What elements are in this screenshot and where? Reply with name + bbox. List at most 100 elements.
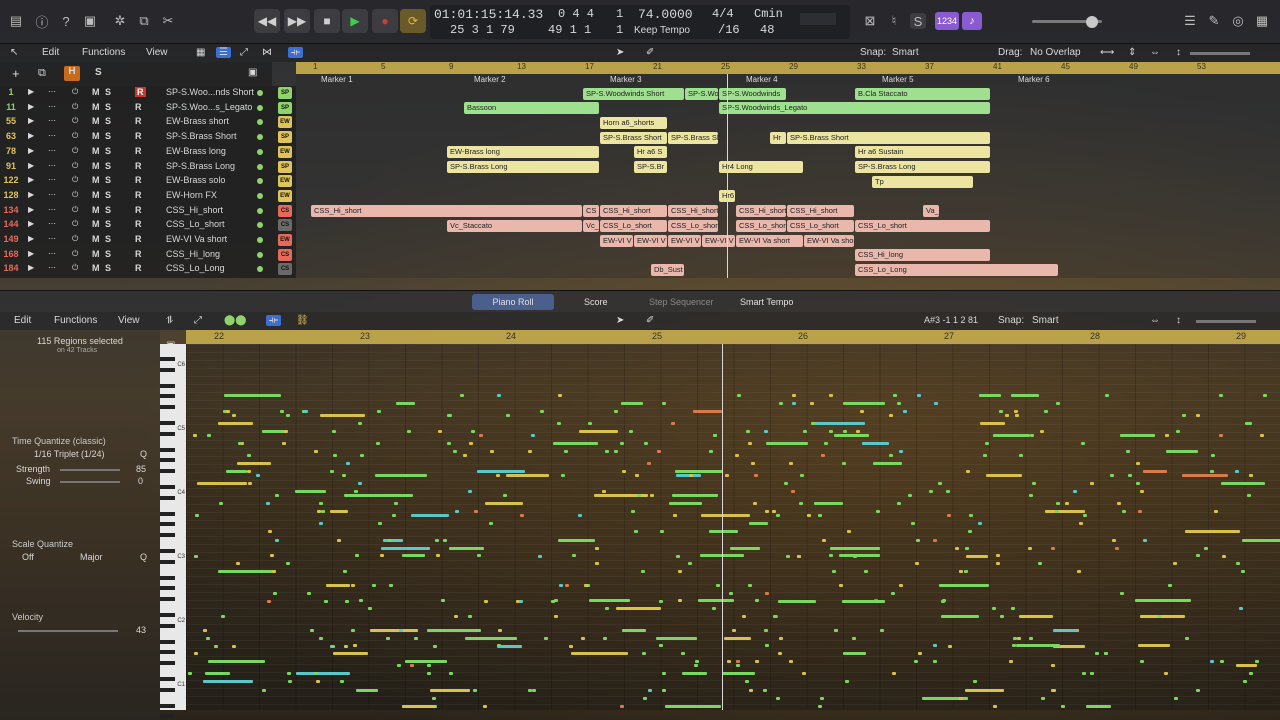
midi-note[interactable]: [689, 474, 693, 477]
mute-button[interactable]: M: [92, 190, 100, 200]
editor-edit-menu[interactable]: Edit: [14, 315, 31, 326]
black-key[interactable]: [160, 703, 175, 708]
midi-note[interactable]: [789, 462, 793, 465]
midi-note[interactable]: [622, 470, 626, 473]
editor-view-menu[interactable]: View: [118, 315, 140, 326]
midi-note[interactable]: [698, 599, 734, 602]
midi-note[interactable]: [1211, 454, 1215, 457]
midi-note[interactable]: [1235, 470, 1239, 473]
midi-note[interactable]: [402, 554, 425, 557]
track-instrument-icon[interactable]: CS: [278, 263, 292, 276]
midi-note[interactable]: [656, 637, 697, 640]
midi-note[interactable]: [197, 482, 247, 485]
midi-note[interactable]: [207, 434, 211, 437]
track-name[interactable]: CSS_Hi_short: [166, 205, 223, 215]
track-instrument-icon[interactable]: CS: [278, 204, 292, 217]
midi-note[interactable]: [528, 450, 532, 453]
midi-note[interactable]: [791, 490, 795, 493]
marker-lane[interactable]: Marker 1 Marker 2 Marker 3 Marker 4 Marker 5…: [296, 74, 1280, 86]
midi-note[interactable]: [1174, 697, 1178, 700]
midi-note[interactable]: [1220, 660, 1224, 663]
midi-note[interactable]: [996, 562, 1000, 565]
midi-note[interactable]: [946, 490, 950, 493]
midi-note[interactable]: [1140, 615, 1185, 618]
midi-note[interactable]: [584, 584, 588, 587]
midi-note[interactable]: [1005, 414, 1009, 417]
midi-note[interactable]: [359, 599, 363, 602]
midi-note[interactable]: [1143, 470, 1167, 473]
tab-score[interactable]: Score: [574, 294, 618, 310]
midi-note[interactable]: [992, 607, 996, 610]
midi-note[interactable]: [316, 680, 320, 683]
midi-note[interactable]: [358, 422, 362, 425]
midi-note[interactable]: [803, 430, 807, 433]
power-icon[interactable]: ⏻: [72, 131, 78, 141]
midi-note[interactable]: [1168, 584, 1172, 587]
midi-note[interactable]: [203, 629, 207, 632]
midi-note[interactable]: [966, 470, 970, 473]
region[interactable]: Hr: [770, 131, 786, 144]
midi-note[interactable]: [634, 530, 638, 533]
midi-note[interactable]: [286, 414, 290, 417]
midi-note[interactable]: [498, 629, 502, 632]
midi-note[interactable]: [321, 510, 325, 513]
midi-note[interactable]: [1196, 689, 1200, 692]
midi-note[interactable]: [275, 539, 279, 542]
track-name[interactable]: CSS_Hi_long: [166, 249, 220, 259]
region[interactable]: Vc_: [583, 219, 599, 232]
midi-note[interactable]: [749, 522, 768, 525]
list-editor-icon[interactable]: ⊠: [862, 13, 878, 29]
midi-note[interactable]: [1030, 434, 1034, 437]
midi-note[interactable]: [779, 637, 783, 640]
mute-button[interactable]: M: [92, 205, 100, 215]
midi-note[interactable]: [732, 629, 736, 632]
scale-quantize-major-select[interactable]: Major: [80, 552, 103, 562]
midi-note[interactable]: [776, 697, 780, 700]
midi-note[interactable]: [1263, 394, 1267, 397]
automation-track-icon[interactable]: ⋯: [48, 161, 56, 170]
midi-note[interactable]: [236, 562, 240, 565]
waveform-zoom-icon[interactable]: ⟷: [1100, 47, 1114, 58]
midi-note[interactable]: [595, 547, 599, 550]
midi-note[interactable]: [454, 615, 458, 618]
midi-note[interactable]: [908, 494, 912, 497]
midi-note[interactable]: [383, 539, 403, 542]
lcd-display[interactable]: 01:01:15:14.33 25 3 1 79 0 4 4 49 1 1 1 …: [430, 5, 850, 39]
midi-note[interactable]: [1221, 482, 1265, 485]
region[interactable]: EW-VI Va short: [804, 234, 854, 247]
midi-note[interactable]: [436, 554, 440, 557]
midi-note[interactable]: [938, 482, 942, 485]
automation-track-icon[interactable]: ⋯: [48, 175, 56, 184]
midi-note[interactable]: [343, 570, 347, 573]
tracks-edit-menu[interactable]: Edit: [42, 47, 59, 58]
midi-note[interactable]: [1210, 470, 1214, 473]
region[interactable]: CS: [583, 205, 599, 218]
midi-note[interactable]: [595, 562, 599, 565]
midi-note[interactable]: [797, 555, 801, 558]
midi-note[interactable]: [773, 615, 777, 618]
midi-note[interactable]: [1056, 502, 1060, 505]
midi-note[interactable]: [272, 570, 276, 573]
power-icon[interactable]: ⏻: [72, 175, 78, 185]
midi-note[interactable]: [247, 454, 251, 457]
piano-roll-ruler[interactable]: 22 23 24 25 26 27 28 29: [186, 330, 1280, 344]
midi-note[interactable]: [620, 705, 624, 708]
midi-note[interactable]: [980, 422, 1005, 425]
midi-note[interactable]: [226, 470, 247, 473]
midi-note[interactable]: [911, 522, 915, 525]
midi-note[interactable]: [575, 442, 579, 445]
solo-button[interactable]: S: [105, 116, 111, 126]
midi-note[interactable]: [484, 600, 488, 603]
track-instrument-icon[interactable]: EW: [278, 234, 292, 246]
midi-note[interactable]: [333, 454, 337, 457]
region[interactable]: CSS_Lo_short: [855, 219, 990, 232]
midi-note[interactable]: [727, 660, 731, 663]
midi-note[interactable]: [1176, 430, 1180, 433]
stop-button[interactable]: ■: [314, 9, 340, 33]
midi-note[interactable]: [1260, 434, 1264, 437]
midi-note[interactable]: [959, 697, 963, 700]
midi-note[interactable]: [730, 547, 760, 550]
midi-note[interactable]: [766, 442, 808, 445]
midi-note[interactable]: [330, 510, 348, 513]
midi-note[interactable]: [772, 510, 776, 513]
